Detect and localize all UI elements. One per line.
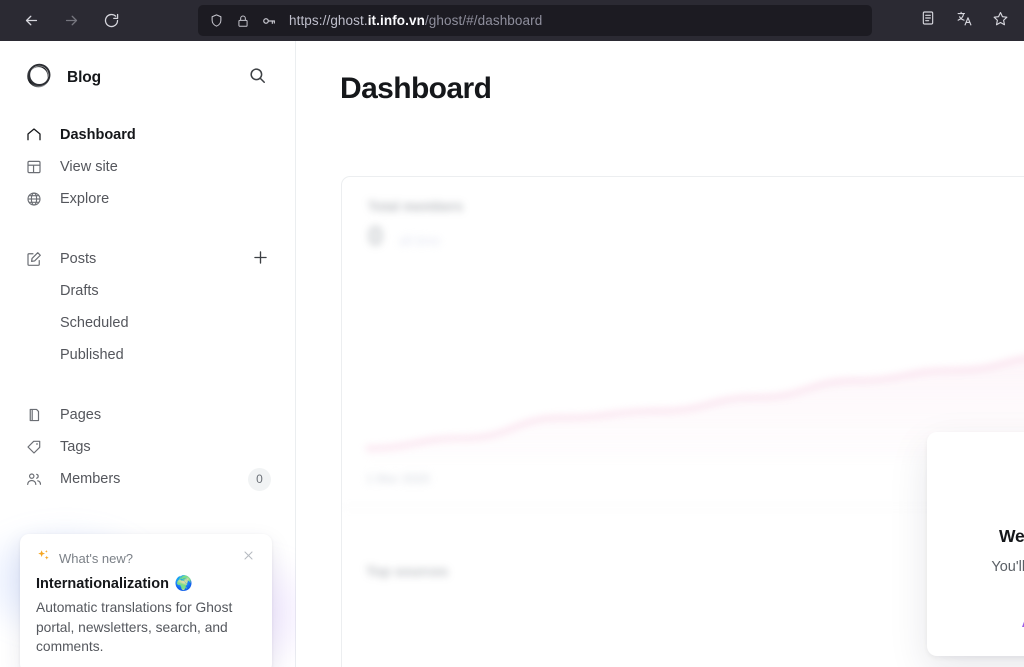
- sidebar-item-label: Scheduled: [60, 315, 129, 331]
- url-text: https://ghost.it.info.vn/ghost/#/dashboa…: [289, 13, 542, 28]
- edit-icon: [25, 250, 43, 268]
- members-area-chart: [366, 277, 1024, 459]
- total-members-sublabel: all time: [399, 233, 440, 248]
- globe-icon: [25, 190, 43, 208]
- blog-title: Blog: [67, 69, 101, 87]
- close-button[interactable]: [241, 551, 256, 566]
- total-members-value: 0: [368, 221, 383, 252]
- sidebar-item-view-site[interactable]: View site: [24, 151, 271, 183]
- sidebar-item-label: Dashboard: [60, 127, 136, 143]
- page-title: Dashboard: [340, 72, 1024, 106]
- home-icon: [25, 126, 43, 144]
- welcome-dialog: Welcome to your Dashboard You'll find me…: [927, 432, 1024, 656]
- posts-actions: [249, 248, 271, 270]
- sidebar-item-posts[interactable]: Posts: [24, 243, 271, 275]
- chart-date-label: 1 Mar 2025: [366, 472, 430, 486]
- ghost-logo-icon: [24, 61, 53, 95]
- reader-mode-icon: [920, 10, 936, 31]
- sidebar-item-published[interactable]: Published: [24, 339, 271, 371]
- members-count-wrap: 0: [248, 468, 271, 491]
- translate-icon: [956, 10, 973, 32]
- total-members-label: Total members: [368, 199, 463, 214]
- arrow-right-icon: [63, 12, 80, 29]
- bookmark-button[interactable]: [988, 9, 1012, 33]
- arrow-left-icon: [23, 12, 40, 29]
- translate-button[interactable]: [952, 9, 976, 33]
- sidebar: Blog Dashboard View site: [0, 41, 296, 667]
- sidebar-item-scheduled[interactable]: Scheduled: [24, 307, 271, 339]
- dashboard-stats-card: Total members 0 all time: [341, 176, 1024, 667]
- browser-toolbar-right: [916, 5, 1012, 36]
- sidebar-brand-row: Blog: [24, 41, 271, 105]
- welcome-subtitle: You'll find member analytics here once s…: [965, 557, 1024, 599]
- members-count-badge: 0: [248, 468, 271, 491]
- members-icon: [25, 470, 43, 488]
- lock-icon[interactable]: [234, 12, 251, 29]
- sidebar-item-label: Posts: [60, 251, 96, 267]
- close-icon: [242, 549, 255, 567]
- browser-chrome: https://ghost.it.info.vn/ghost/#/dashboa…: [0, 0, 1024, 41]
- whats-new-header: What's new?: [36, 548, 256, 568]
- star-icon: [992, 10, 1009, 32]
- whats-new-body: Automatic translations for Ghost portal,…: [36, 598, 256, 657]
- sidebar-item-label: Drafts: [60, 283, 99, 299]
- top-sources-label: Top sources: [366, 563, 448, 579]
- reader-mode-button[interactable]: [916, 9, 940, 33]
- search-icon: [248, 66, 267, 90]
- sidebar-primary-nav: Dashboard View site Explore Posts: [24, 119, 271, 495]
- key-icon[interactable]: [260, 12, 277, 29]
- browser-nav-buttons: [10, 6, 126, 36]
- sidebar-item-label: Pages: [60, 407, 101, 423]
- sidebar-item-label: Explore: [60, 191, 109, 207]
- brand-link[interactable]: Blog: [24, 61, 101, 95]
- app-root: Blog Dashboard View site: [0, 41, 1024, 667]
- new-post-button[interactable]: [249, 248, 271, 270]
- tag-icon: [25, 438, 43, 456]
- plus-icon: [251, 248, 270, 271]
- whats-new-title-row: Internationalization 🌍: [36, 575, 256, 592]
- sidebar-item-label: View site: [60, 159, 118, 175]
- globe-emoji-icon: 🌍: [175, 575, 193, 592]
- whats-new-title: Internationalization: [36, 576, 169, 592]
- sparkles-icon: [36, 548, 51, 568]
- shield-icon[interactable]: [208, 12, 225, 29]
- forward-button[interactable]: [56, 6, 86, 36]
- nav-spacer: [24, 215, 271, 243]
- reload-button[interactable]: [96, 6, 126, 36]
- whats-new-label: What's new?: [59, 551, 133, 566]
- reload-icon: [103, 12, 120, 29]
- sidebar-item-label: Published: [60, 347, 124, 363]
- sidebar-item-members[interactable]: Members 0: [24, 463, 271, 495]
- sidebar-item-label: Tags: [60, 439, 91, 455]
- sidebar-item-label: Members: [60, 471, 120, 487]
- search-button[interactable]: [243, 64, 271, 92]
- address-bar[interactable]: https://ghost.it.info.vn/ghost/#/dashboa…: [198, 5, 872, 36]
- back-button[interactable]: [16, 6, 46, 36]
- nav-spacer: [24, 371, 271, 399]
- whats-new-card[interactable]: What's new? Internationalization 🌍 Autom…: [20, 534, 272, 667]
- welcome-title: Welcome to your Dashboard: [999, 526, 1024, 547]
- sidebar-item-pages[interactable]: Pages: [24, 399, 271, 431]
- main-content: Dashboard Total members 0 all time: [296, 41, 1024, 667]
- sidebar-item-dashboard[interactable]: Dashboard: [24, 119, 271, 151]
- layout-icon: [25, 158, 43, 176]
- sidebar-item-drafts[interactable]: Drafts: [24, 275, 271, 307]
- page-icon: [25, 406, 43, 424]
- sidebar-item-explore[interactable]: Explore: [24, 183, 271, 215]
- card-divider: [342, 507, 1024, 508]
- sidebar-item-tags[interactable]: Tags: [24, 431, 271, 463]
